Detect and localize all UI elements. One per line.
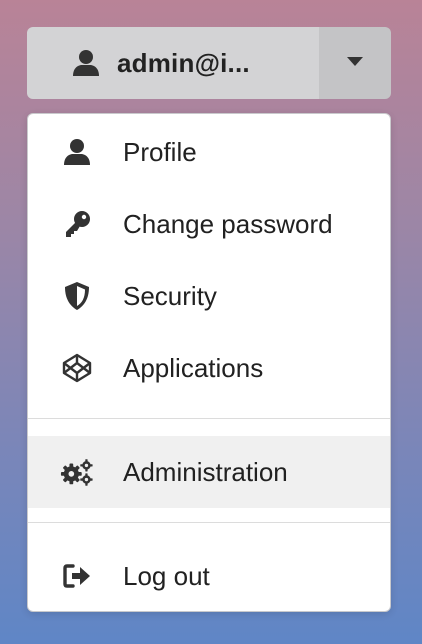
sign-out-icon (60, 559, 94, 593)
user-icon (71, 49, 101, 77)
menu-divider (28, 418, 390, 419)
user-button[interactable]: admin@i... (27, 27, 319, 99)
menu-item-label: Log out (123, 560, 210, 591)
user-name: admin@i... (117, 47, 250, 78)
menu-item-log-out[interactable]: Log out (28, 540, 390, 612)
menu-item-label: Administration (123, 456, 288, 487)
user-dropdown-toggle[interactable]: admin@i... (27, 27, 391, 99)
caret-down-icon (347, 54, 363, 72)
menu-item-change-password[interactable]: Change password (28, 188, 390, 260)
menu-item-label: Security (123, 280, 217, 311)
codepen-icon (60, 351, 94, 385)
key-icon (60, 207, 94, 241)
menu-item-label: Profile (123, 136, 197, 167)
menu-item-label: Applications (123, 352, 264, 383)
user-icon (60, 135, 94, 169)
menu-item-profile[interactable]: Profile (28, 116, 390, 188)
menu-item-administration[interactable]: Administration (28, 436, 390, 508)
menu-item-applications[interactable]: Applications (28, 332, 390, 404)
menu-item-label: Change password (123, 208, 333, 239)
menu-divider (28, 522, 390, 523)
user-dropdown-menu: Profile Change password Security Applica… (27, 113, 391, 612)
dropdown-caret-button[interactable] (319, 27, 391, 99)
shield-icon (60, 279, 94, 313)
cogs-icon (60, 455, 94, 489)
menu-item-security[interactable]: Security (28, 260, 390, 332)
